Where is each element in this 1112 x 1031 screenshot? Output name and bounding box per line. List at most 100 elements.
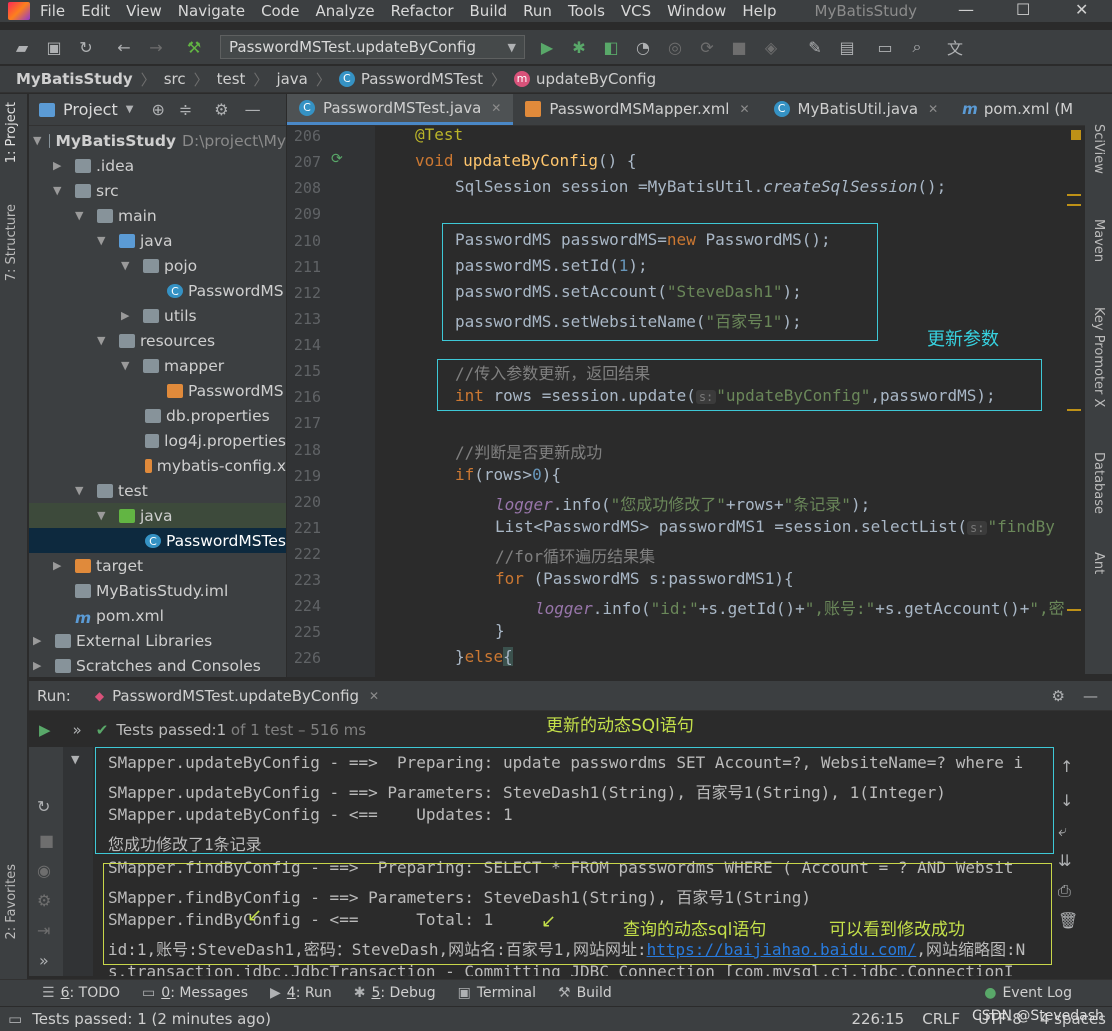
attach-icon[interactable]: ◎: [665, 37, 685, 57]
close-window-button[interactable]: ✕: [1075, 0, 1088, 19]
tab-event-log[interactable]: ● Event Log: [984, 985, 1072, 1001]
tab-maven[interactable]: Maven: [1091, 219, 1106, 262]
close-icon[interactable]: ✕: [369, 689, 379, 703]
settings-icon[interactable]: ⚙: [37, 891, 51, 910]
breadcrumb-test[interactable]: test: [217, 70, 246, 88]
menu-edit[interactable]: Edit: [81, 2, 110, 20]
settings-wrench-icon[interactable]: ✎: [805, 37, 825, 57]
collapse-icon[interactable]: ≑: [179, 100, 192, 119]
breadcrumb-method[interactable]: updateByConfig: [536, 70, 656, 88]
close-icon[interactable]: ✕: [739, 102, 749, 116]
run-icon[interactable]: ▶: [537, 37, 557, 57]
tab-key-promoter[interactable]: Key Promoter X: [1091, 307, 1106, 407]
tab-debug[interactable]: ✱ 5: Debug: [354, 985, 436, 1001]
menu-run[interactable]: Run: [523, 2, 552, 20]
tree-item-utils[interactable]: ▶ utils: [29, 303, 286, 328]
hide-icon[interactable]: —: [245, 100, 261, 119]
tab-terminal[interactable]: ▣ Terminal: [458, 985, 536, 1001]
tab-pom[interactable]: mpom.xml (M⌄: [950, 94, 1085, 125]
tab-todo[interactable]: ☰ 6: TODO: [42, 985, 120, 1001]
rerun-failed-icon[interactable]: ↻: [37, 797, 50, 816]
close-icon[interactable]: ✕: [928, 102, 938, 116]
tab-mybatisutil[interactable]: C MyBatisUtil.java ✕: [762, 94, 951, 125]
menu-help[interactable]: Help: [742, 2, 776, 20]
tab-favorites[interactable]: 2: Favorites: [4, 864, 19, 940]
chevron-down-icon[interactable]: ▼: [71, 753, 79, 766]
trash-icon[interactable]: 🗑: [1058, 911, 1078, 930]
breadcrumb-project[interactable]: MyBatisStudy: [16, 70, 133, 88]
menu-tools[interactable]: Tools: [568, 2, 605, 20]
status-layout-icon[interactable]: ▭: [8, 1010, 22, 1028]
forward-icon[interactable]: →: [146, 37, 166, 57]
menu-view[interactable]: View: [126, 2, 162, 20]
build-hammer-icon[interactable]: ⚒: [184, 37, 204, 57]
line-separator[interactable]: CRLF: [922, 1010, 960, 1028]
deploy-icon[interactable]: ◈: [761, 37, 781, 57]
menu-code[interactable]: Code: [261, 2, 299, 20]
close-icon[interactable]: ✕: [491, 101, 501, 115]
save-icon[interactable]: ▣: [44, 37, 64, 57]
breadcrumb-java[interactable]: java: [276, 70, 307, 88]
tree-item-idea[interactable]: ▶ .idea: [29, 153, 286, 178]
maximize-button[interactable]: ☐: [1016, 0, 1030, 19]
debug-icon[interactable]: ✱: [569, 37, 589, 57]
import-icon[interactable]: ⇥: [37, 921, 50, 940]
sync-icon[interactable]: ↻: [76, 37, 96, 57]
tab-mapper-xml[interactable]: PasswordMSMapper.xml ✕: [513, 94, 761, 125]
scroll-up-icon[interactable]: ↑: [1060, 757, 1073, 776]
more-icon[interactable]: »: [39, 951, 49, 970]
terminal-icon[interactable]: ▭: [875, 37, 895, 57]
stop-icon[interactable]: ■: [39, 831, 54, 850]
tab-messages[interactable]: ▭ 0: Messages: [142, 985, 248, 1001]
tree-item-java[interactable]: ▼ java: [29, 228, 286, 253]
gear-icon[interactable]: ⚙: [1052, 687, 1065, 705]
screenshot-icon[interactable]: ◉: [37, 861, 51, 880]
run-tab[interactable]: PasswordMSTest.updateByConfig: [112, 687, 359, 705]
tab-build[interactable]: ⚒ Build: [558, 985, 612, 1001]
breadcrumb-class[interactable]: PasswordMSTest: [361, 70, 483, 88]
gear-icon[interactable]: ⚙: [214, 100, 228, 119]
project-structure-icon[interactable]: ▤: [837, 37, 857, 57]
tree-item-mapper-xml[interactable]: PasswordMS: [29, 378, 286, 403]
tab-run[interactable]: ▶ 4: Run: [270, 985, 332, 1001]
tree-item-pom[interactable]: m pom.xml: [29, 603, 286, 628]
translate-icon[interactable]: 文: [945, 37, 965, 58]
tree-item-external-libraries[interactable]: ▶ External Libraries: [29, 628, 286, 653]
menu-build[interactable]: Build: [470, 2, 508, 20]
menu-refactor[interactable]: Refactor: [391, 2, 454, 20]
menu-file[interactable]: File: [40, 2, 65, 20]
print-icon[interactable]: ⎙: [1058, 881, 1071, 901]
tree-item-test-java[interactable]: ▼ java: [29, 503, 286, 528]
soft-wrap-icon[interactable]: ⤶: [1058, 821, 1067, 841]
tree-item-mybatis-config[interactable]: mybatis-config.x: [29, 453, 286, 478]
tab-database[interactable]: Database: [1091, 452, 1106, 514]
tab-project[interactable]: 1: Project: [4, 102, 19, 163]
breadcrumb-src[interactable]: src: [164, 70, 186, 88]
tree-item-mapper[interactable]: ▼ mapper: [29, 353, 286, 378]
rerun-icon[interactable]: ▶: [39, 721, 51, 739]
expand-icon[interactable]: »: [73, 721, 82, 739]
minimize-button[interactable]: —: [958, 0, 974, 19]
tab-passwordmstest[interactable]: C PasswordMSTest.java ✕: [287, 94, 514, 125]
stop-icon[interactable]: ■: [729, 37, 749, 57]
locate-icon[interactable]: ⊕: [151, 100, 164, 119]
back-icon[interactable]: ←: [114, 37, 134, 57]
tree-item-src[interactable]: ▼ src: [29, 178, 286, 203]
tree-item-test-class[interactable]: C PasswordMSTes: [29, 528, 286, 553]
menu-vcs[interactable]: VCS: [621, 2, 651, 20]
tree-item-scratches[interactable]: ▶ Scratches and Consoles: [29, 653, 286, 678]
run-configuration-select[interactable]: PasswordMSTest.updateByConfig ▼: [220, 35, 525, 59]
tree-item-pojo[interactable]: ▼ pojo: [29, 253, 286, 278]
menu-window[interactable]: Window: [667, 2, 726, 20]
tree-item-iml[interactable]: MyBatisStudy.iml: [29, 578, 286, 603]
tree-item-target[interactable]: ▶ target: [29, 553, 286, 578]
tree-item-root[interactable]: ▼ MyBatisStudy D:\project\My: [29, 128, 286, 153]
code-editor[interactable]: C PasswordMSTest.java ✕ PasswordMSMapper.x…: [287, 94, 1085, 677]
hide-icon[interactable]: —: [1083, 687, 1098, 705]
tree-item-main[interactable]: ▼ main: [29, 203, 286, 228]
tree-item-log4j-properties[interactable]: log4j.properties: [29, 428, 286, 453]
run-test-icon[interactable]: ⟳: [331, 151, 343, 167]
tree-item-resources[interactable]: ▼ resources: [29, 328, 286, 353]
scroll-to-end-icon[interactable]: ⇊: [1058, 851, 1071, 870]
tab-structure[interactable]: 7: Structure: [4, 204, 19, 281]
